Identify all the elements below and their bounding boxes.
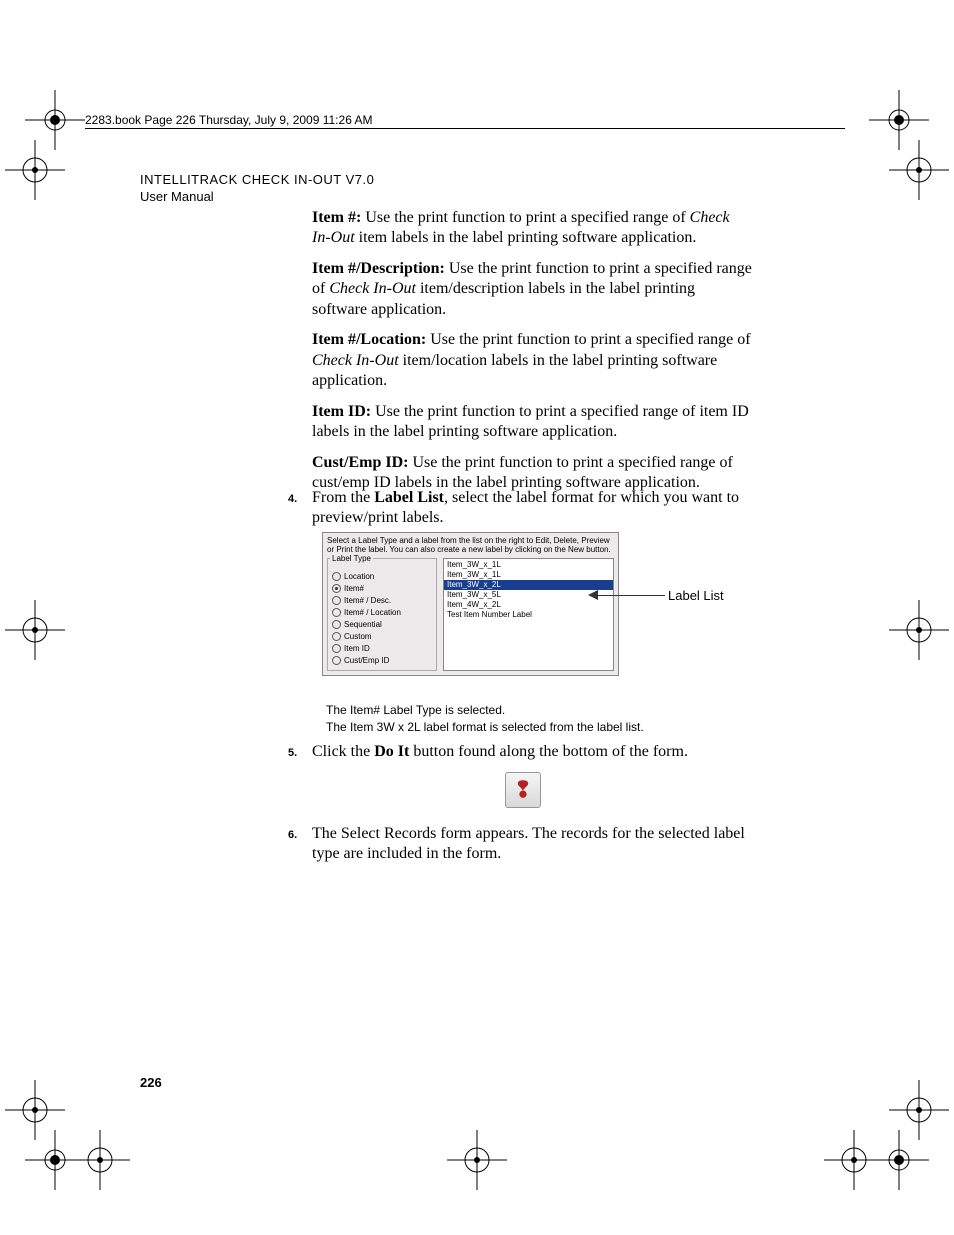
step-text: The Select Records form appears. The rec… <box>312 824 752 865</box>
page-number: 226 <box>140 1075 162 1090</box>
radio-label: Custom <box>344 632 372 641</box>
crop-ornament-right-mid <box>889 600 949 660</box>
step-6: 6. The Select Records form appears. The … <box>288 824 752 865</box>
do-it-button-icon: ❢ <box>505 772 541 808</box>
para-lead: Item #/Location: <box>312 331 426 348</box>
dialog-body: Label Type Location Item# Item# / Desc. Ite… <box>323 556 618 675</box>
list-item[interactable]: Test Item Number Label <box>444 610 613 620</box>
radio-label: Cust/Emp ID <box>344 656 389 665</box>
radio-label: Location <box>344 572 374 581</box>
radio-option[interactable]: Location <box>332 572 432 581</box>
radio-label: Sequential <box>344 620 382 629</box>
para-item-id: Item ID: Use the print function to print… <box>312 402 752 443</box>
step-number: 4. <box>288 492 297 506</box>
crop-ornament-bottom-right <box>869 1130 929 1190</box>
radio-label: Item# / Desc. <box>344 596 391 605</box>
para-lead: Item ID: <box>312 403 371 420</box>
dialog-instruction: Select a Label Type and a label from the… <box>323 533 618 556</box>
label-type-group: Label Type LocationItem#Item# / Desc.Ite… <box>327 558 437 671</box>
para-lead: Item #: <box>312 209 361 226</box>
para-lead: Cust/Emp ID: <box>312 454 408 471</box>
para-lead: Item #/Description: <box>312 260 445 277</box>
step-4: 4. From the Label List, select the label… <box>288 488 752 529</box>
radio-option[interactable]: Cust/Emp ID <box>332 656 432 665</box>
list-item[interactable]: Item_3W_x_1L <box>444 570 613 580</box>
radio-option[interactable]: Item ID <box>332 644 432 653</box>
radio-icon <box>332 644 341 653</box>
callout-label: Label List <box>668 588 724 603</box>
group-title: Label Type <box>330 554 373 563</box>
step-text: Click the Do It button found along the b… <box>312 742 752 762</box>
print-header-meta: 2283.book Page 226 Thursday, July 9, 200… <box>85 113 373 127</box>
step-5: 5. Click the Do It button found along th… <box>288 742 752 762</box>
body-column: Item #: Use the print function to print … <box>312 208 752 504</box>
step-text: From the Label List, select the label fo… <box>312 488 752 529</box>
radio-icon <box>332 608 341 617</box>
crop-ornament-left-upper <box>5 140 65 200</box>
crop-ornament-left-mid <box>5 600 65 660</box>
callout-line <box>595 595 665 596</box>
radio-label: Item# <box>344 584 364 593</box>
para-item-number: Item #: Use the print function to print … <box>312 208 752 249</box>
para-item-desc: Item #/Description: Use the print functi… <box>312 259 752 320</box>
doc-title: INTELLITRACK CHECK IN-OUT V7.0 <box>140 172 374 187</box>
doc-title-text: INTELLITRACK CHECK IN-OUT V7.0 <box>140 172 374 187</box>
radio-option[interactable]: Item# / Desc. <box>332 596 432 605</box>
list-item[interactable]: Item_3W_x_2L <box>444 580 613 590</box>
radio-icon <box>332 584 341 593</box>
list-item[interactable]: Item_3W_x_1L <box>444 560 613 570</box>
header-rule <box>85 128 845 129</box>
crop-ornament-right-upper <box>889 140 949 200</box>
radio-list: Location Item# Item# / Desc. Item# / Locati… <box>332 572 432 665</box>
crop-ornament-bottom-left-2 <box>70 1130 130 1190</box>
radio-icon <box>332 596 341 605</box>
radio-icon <box>332 572 341 581</box>
label-list-box[interactable]: Item_3W_x_1LItem_3W_x_1LItem_3W_x_2LItem… <box>443 558 614 671</box>
list-item[interactable]: Item_4W_x_2L <box>444 600 613 610</box>
crop-ornament-bottom-mid <box>447 1130 507 1190</box>
step-number: 6. <box>288 828 297 842</box>
para-item-location: Item #/Location: Use the print function … <box>312 330 752 391</box>
radio-label: Item ID <box>344 644 370 653</box>
figure-caption-2: The Item 3W x 2L label format is selecte… <box>326 720 644 734</box>
figure-caption-1: The Item# Label Type is selected. <box>326 703 505 717</box>
page: 2283.book Page 226 Thursday, July 9, 200… <box>0 0 954 1235</box>
radio-icon <box>332 632 341 641</box>
doc-subtitle: User Manual <box>140 189 214 204</box>
radio-icon <box>332 620 341 629</box>
radio-option[interactable]: Custom <box>332 632 432 641</box>
exclamation-icon: ❢ <box>514 777 532 803</box>
radio-icon <box>332 656 341 665</box>
step-number: 5. <box>288 746 297 760</box>
radio-label: Item# / Location <box>344 608 401 617</box>
radio-option[interactable]: Item# / Location <box>332 608 432 617</box>
radio-option[interactable]: Sequential <box>332 620 432 629</box>
label-type-dialog: Select a Label Type and a label from the… <box>322 532 619 676</box>
radio-option[interactable]: Item# <box>332 584 432 593</box>
